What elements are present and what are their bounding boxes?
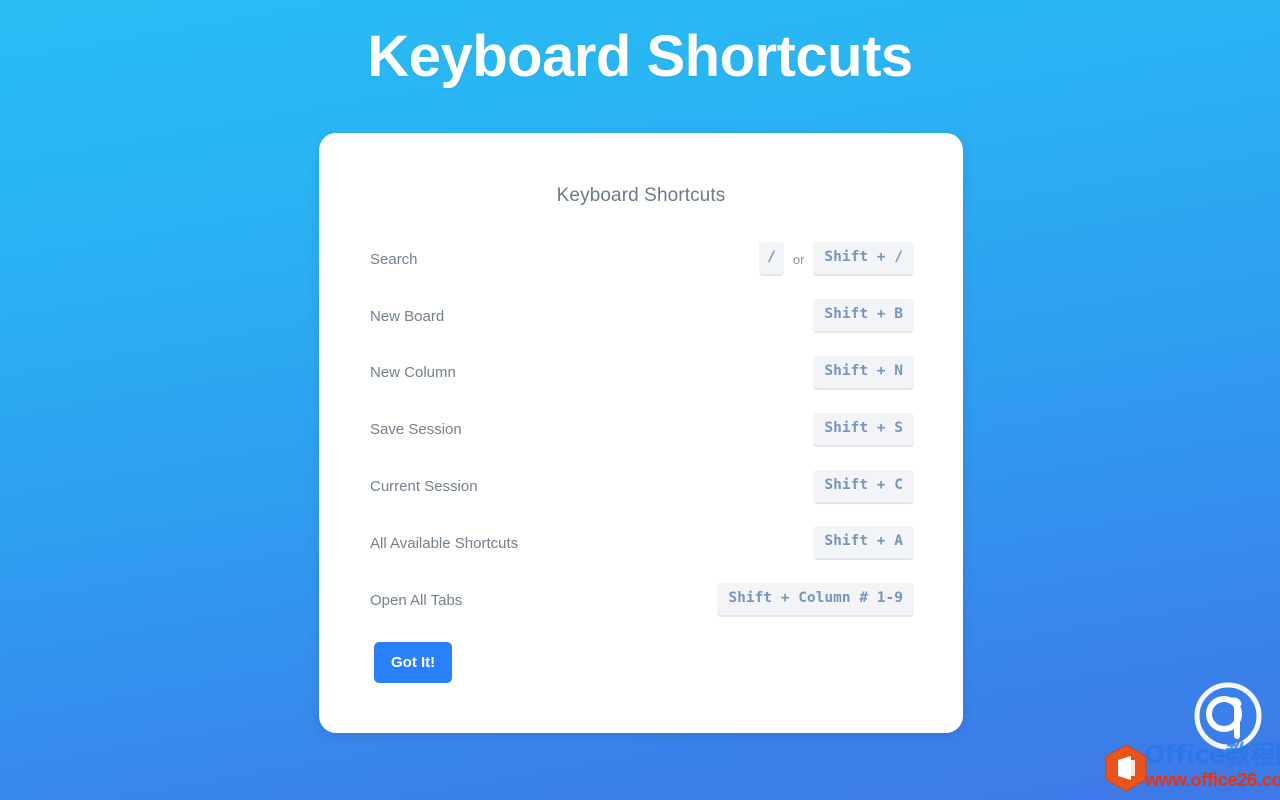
key-badge: Shift + N [813,355,914,390]
shortcut-label: New Column [370,364,456,382]
shortcut-keys: Shift + Column # 1-9 [717,583,914,618]
watermark-url: www.office26.com [1145,770,1280,790]
shortcut-row-open-all-tabs: Open All Tabs Shift + Column # 1-9 [370,572,914,629]
shortcut-keys: Shift + B [813,299,914,334]
card-footer: Got It! [319,629,963,683]
shortcut-row-save-session: Save Session Shift + S [370,401,914,458]
page-title: Keyboard Shortcuts [367,24,913,89]
key-badge: Shift + C [813,469,914,504]
shortcut-keys: Shift + A [813,526,914,561]
shortcut-label: All Available Shortcuts [370,534,519,552]
shortcut-keys: / or Shift + / [759,242,914,277]
shortcut-label: Open All Tabs [370,591,463,609]
shortcut-keys: Shift + S [813,412,914,447]
card-heading: Keyboard Shortcuts [556,185,726,206]
shortcut-row-all-available-shortcuts: All Available Shortcuts Shift + A [370,515,914,572]
key-badge: Shift + S [813,412,914,447]
key-badge: Shift + Column # 1-9 [717,583,914,618]
shortcut-label: Search [370,250,418,268]
shortcut-label: Current Session [370,478,478,496]
shortcut-row-current-session: Current Session Shift + C [370,458,914,515]
watermark: Office教程网 www.office26.com [1100,680,1280,798]
shortcut-row-search: Search / or Shift + / [370,231,914,288]
shortcut-keys: Shift + C [813,469,914,504]
shortcuts-card: Keyboard Shortcuts Search / or Shift + /… [319,133,963,733]
key-badge: / [759,242,784,277]
shortcut-label: New Board [370,307,445,325]
shortcut-row-new-board: New Board Shift + B [370,288,914,345]
office-hexagon-icon [1105,744,1147,792]
got-it-button[interactable]: Got It! [374,641,453,683]
watermark-site-name: Office教程网 [1144,740,1280,769]
key-badge: Shift + A [813,526,914,561]
shortcut-label: Save Session [370,421,462,439]
key-separator: or [792,251,805,267]
shortcuts-list: Search / or Shift + / New Board Shift + … [319,231,963,629]
key-badge: Shift + / [813,242,914,277]
shortcut-row-new-column: New Column Shift + N [370,345,914,402]
shortcut-keys: Shift + N [813,355,914,390]
key-badge: Shift + B [813,299,914,334]
